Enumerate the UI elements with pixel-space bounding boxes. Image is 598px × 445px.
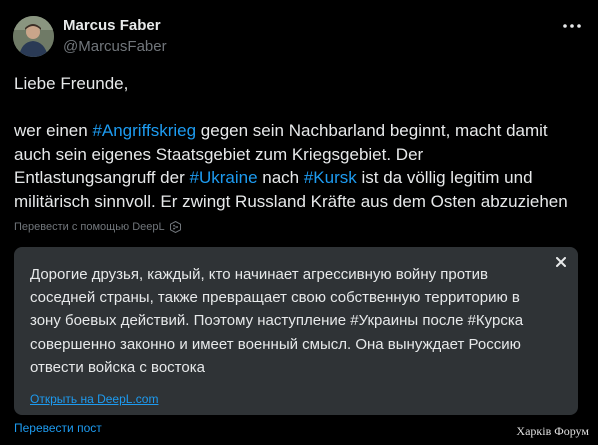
translation-line: совершенно законно и имеет военный смысл… <box>30 335 521 353</box>
open-on-deepl-link[interactable]: Открыть на DeepL.com <box>30 392 158 406</box>
tweet-text-segment: gegen sein Nachbarland beginnt, macht da… <box>196 121 548 140</box>
translation-line: соседней страны, также превращает свою с… <box>30 289 520 307</box>
watermark: Харків Форум <box>516 424 589 438</box>
profile-photo-icon <box>13 16 54 57</box>
tweet-text-segment: Entlastungsangruff der <box>14 168 190 187</box>
tweet-line: militärisch sinnvoll. Er zwingt Russland… <box>14 190 589 214</box>
tweet-text-segment: wer einen <box>14 121 93 140</box>
hashtag-link[interactable]: #Ukraine <box>189 168 257 187</box>
tweet-text-segment: nach <box>257 168 304 187</box>
tweet-line: Entlastungsangruff der #Ukraine nach #Ku… <box>14 166 589 190</box>
translation-line: Дорогие друзья, каждый, кто начинает агр… <box>30 266 488 283</box>
translation-line: отвести войска с востока <box>30 358 205 376</box>
tweet-text-segment: Liebe Freunde, <box>14 74 129 93</box>
translate-with-deepl-label: Перевести с помощью DeepL <box>14 221 165 233</box>
translation-text: Дорогие друзья, каждый, кто начинает агр… <box>30 263 560 379</box>
close-icon <box>556 257 566 267</box>
translation-box: Дорогие друзья, каждый, кто начинает агр… <box>14 247 578 415</box>
author-handle[interactable]: @MarcusFaber <box>63 38 167 55</box>
more-options-button[interactable] <box>560 14 584 38</box>
tweet-line: wer einen #Angriffskrieg gegen sein Nach… <box>14 119 589 143</box>
translation-line: зону боевых действий. Поэтому наступлени… <box>30 312 524 330</box>
translate-post-button[interactable]: Перевести пост <box>14 421 102 435</box>
avatar[interactable] <box>13 16 54 57</box>
close-translation-button[interactable] <box>553 254 569 270</box>
tweet-line: Liebe Freunde, <box>14 72 589 96</box>
more-horizontal-icon <box>563 24 581 28</box>
tweet-text-segment: auch sein eigenes Staatsgebiet zum Krieg… <box>14 144 424 164</box>
deepl-logo-icon <box>169 221 181 233</box>
tweet-text: Liebe Freunde, wer einen #Angriffskrieg g… <box>14 72 589 213</box>
tweet-text-segment: ist da völlig legitim und <box>356 168 533 187</box>
hashtag-link[interactable]: #Angriffskrieg <box>92 121 196 140</box>
hashtag-link[interactable]: #Kursk <box>304 168 357 187</box>
author-display-name[interactable]: Marcus Faber <box>63 17 161 34</box>
tweet-text-segment: militärisch sinnvoll. Er zwingt Russland… <box>14 191 568 211</box>
translate-with-deepl-link[interactable]: Перевести с помощью DeepL <box>14 221 181 233</box>
tweet-line: auch sein eigenes Staatsgebiet zum Krieg… <box>14 143 589 167</box>
